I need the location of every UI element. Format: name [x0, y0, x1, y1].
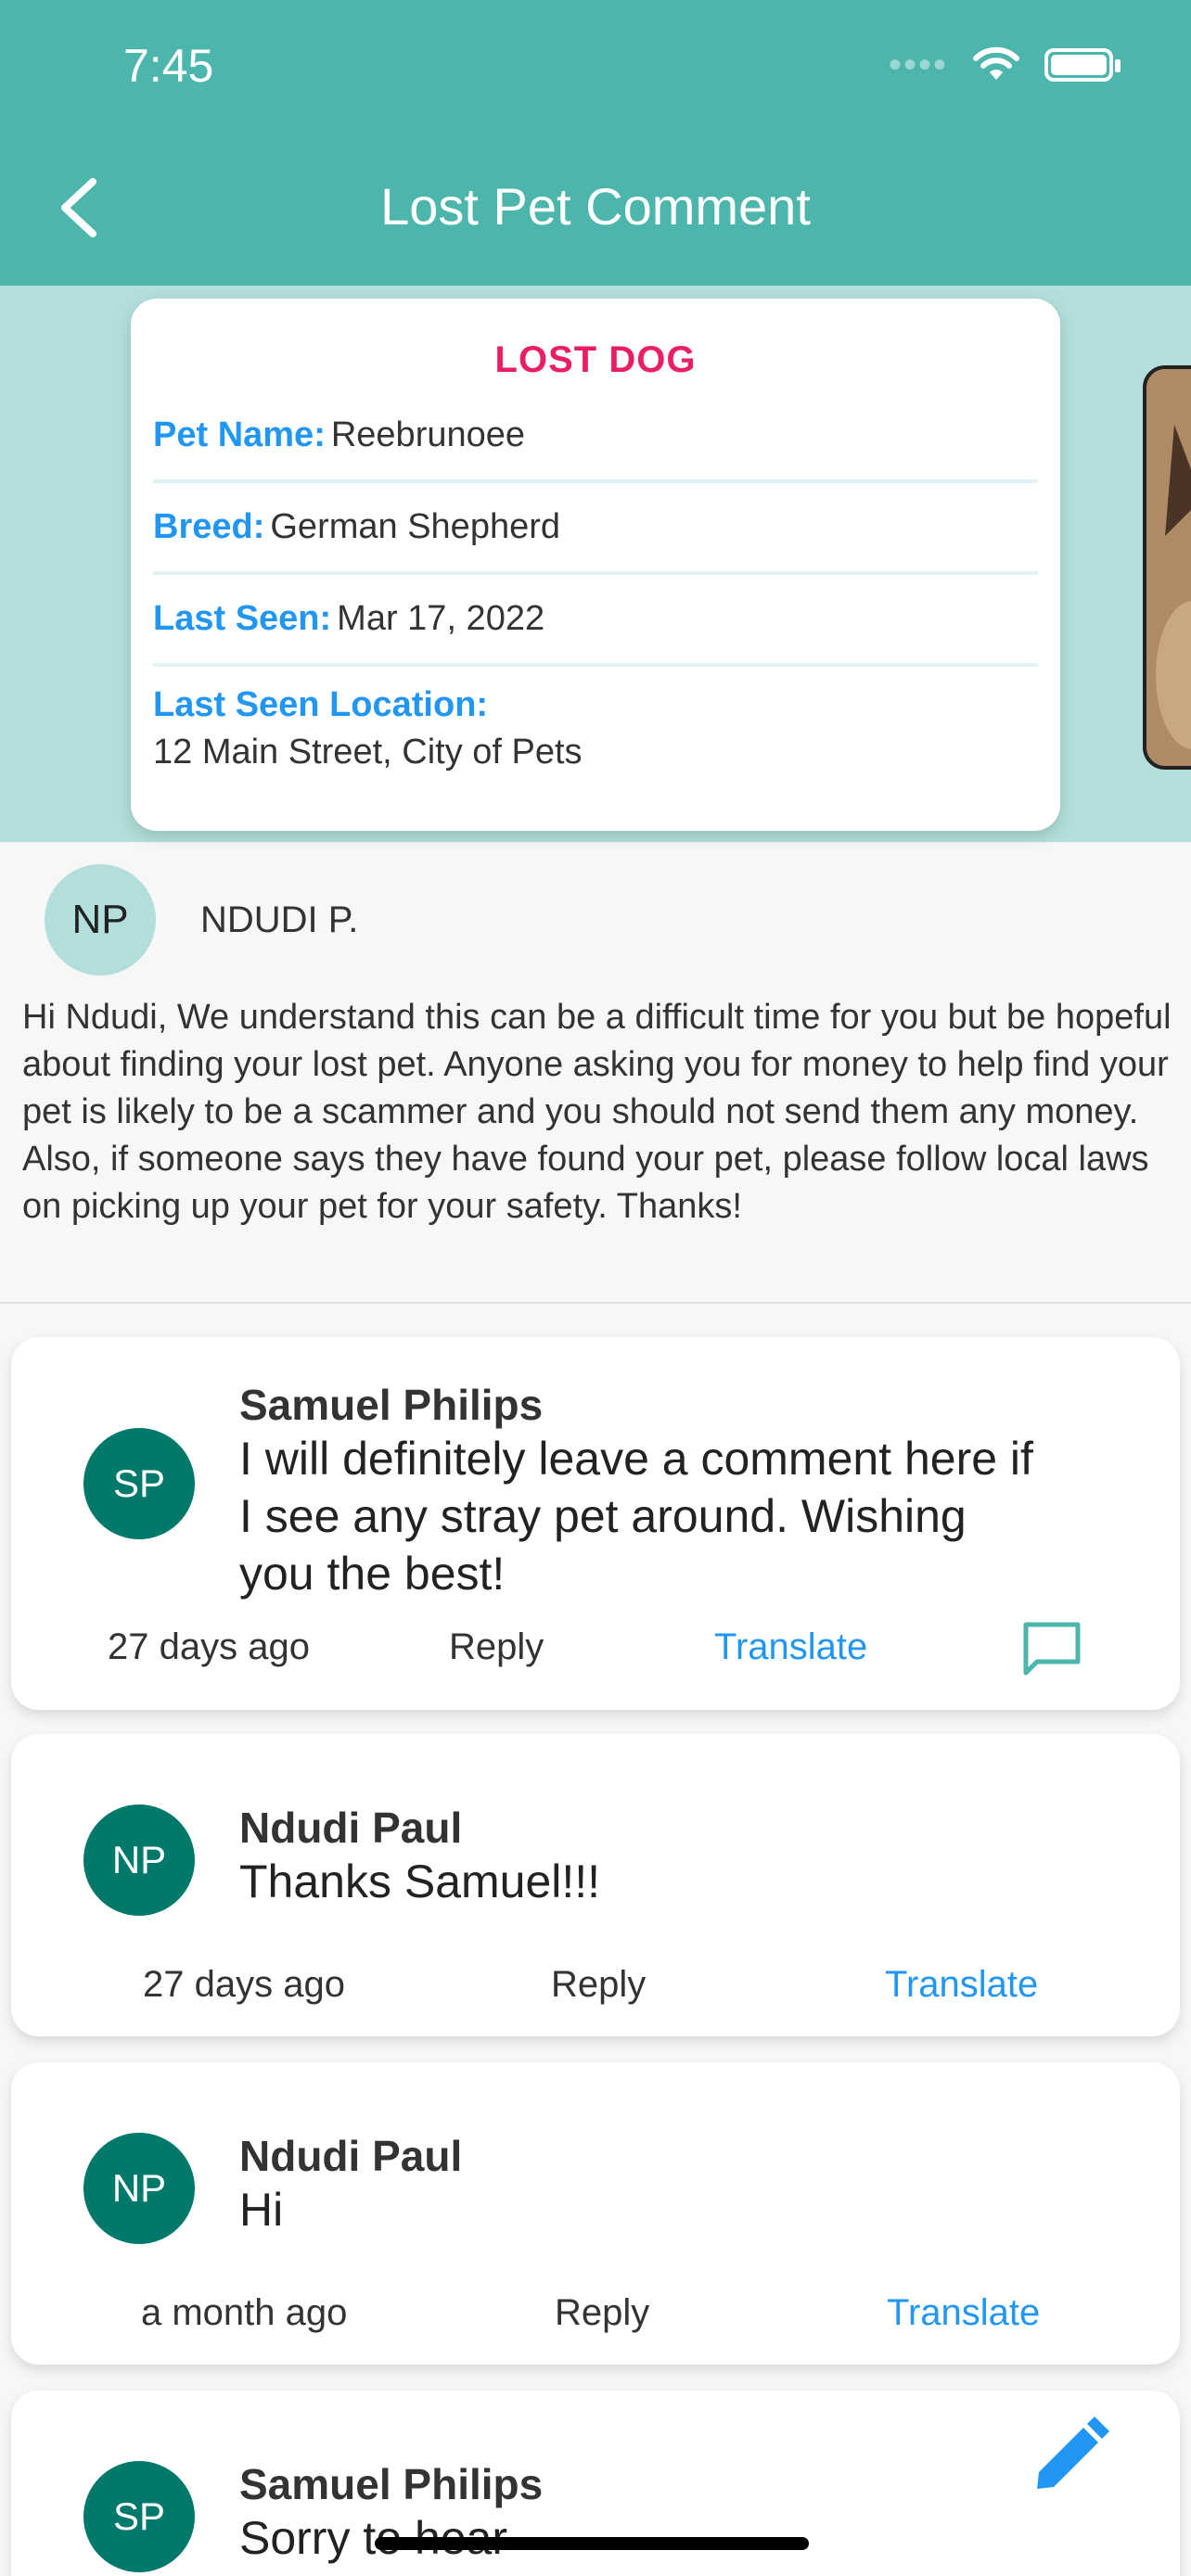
last-seen-label: Last Seen:: [153, 599, 332, 638]
pet-photo: [1146, 369, 1191, 766]
comment-text: Hi: [239, 2184, 284, 2236]
avatar: NP: [83, 1804, 195, 1916]
comment-time: 27 days ago: [143, 1964, 345, 2005]
reply-button[interactable]: Reply: [449, 1626, 544, 1668]
pet-name-label: Pet Name:: [153, 415, 326, 454]
comment-card: NP Ndudi Paul Hi a month ago Reply Trans…: [11, 2062, 1180, 2365]
comment-time: 27 days ago: [108, 1626, 310, 1667]
lost-pet-card[interactable]: LOST DOG Pet Name: Reebrunoee Breed: Ger…: [131, 299, 1060, 831]
avatar: SP: [83, 1428, 195, 1539]
avatar: SP: [83, 2461, 195, 2572]
battery-icon: [1044, 48, 1121, 82]
reply-button[interactable]: Reply: [551, 1964, 646, 2006]
comment-author: Ndudi Paul: [239, 2132, 463, 2180]
edit-icon[interactable]: [1028, 2415, 1111, 2498]
comment-time: a month ago: [141, 2292, 348, 2333]
avatar: NP: [45, 864, 156, 976]
breed-value: German Shepherd: [270, 507, 561, 546]
app-header: 7:45 •••• Lost Pet Comment: [0, 0, 1191, 286]
comment-text: Thanks Samuel!!!: [239, 1855, 601, 1907]
comment-author: Ndudi Paul: [239, 1804, 463, 1852]
reply-button[interactable]: Reply: [555, 2292, 649, 2334]
lost-pet-heading: LOST DOG: [494, 339, 697, 380]
comment-text: I will definitely leave a comment here i…: [239, 1433, 1033, 1600]
safety-message: Hi Ndudi, We understand this can be a di…: [22, 998, 1172, 1226]
wifi-icon: [973, 46, 1019, 80]
last-seen-row: Last Seen: Mar 17, 2022: [153, 575, 1038, 667]
comment-author: Samuel Philips: [239, 1381, 544, 1429]
owner-name: NDUDI P.: [200, 899, 359, 940]
status-time: 7:45: [123, 40, 214, 92]
page-title: Lost Pet Comment: [380, 177, 811, 236]
last-seen-value: Mar 17, 2022: [337, 599, 545, 638]
pet-name-value: Reebrunoee: [330, 415, 526, 454]
avatar: NP: [83, 2133, 195, 2244]
breed-label: Breed:: [153, 507, 265, 546]
chat-icon[interactable]: [1020, 1619, 1083, 1678]
comment-card: SP Samuel Philips I will definitely leav…: [11, 1337, 1180, 1710]
location-row: Last Seen Location: 12 Main Street, City…: [153, 667, 1038, 772]
location-value: 12 Main Street, City of Pets: [153, 733, 583, 772]
translate-button[interactable]: Translate: [714, 1626, 867, 1668]
location-label: Last Seen Location:: [153, 685, 489, 724]
translate-button[interactable]: Translate: [887, 2292, 1040, 2334]
signal-icon: ••••: [888, 45, 948, 85]
home-indicator[interactable]: [375, 2537, 809, 2550]
status-icons: ••••: [888, 45, 1121, 85]
translate-button[interactable]: Translate: [885, 1964, 1038, 2006]
breed-row: Breed: German Shepherd: [153, 483, 1038, 575]
comment-author: Samuel Philips: [239, 2460, 544, 2508]
safety-notice: NP NDUDI P. Hi Ndudi, We understand this…: [0, 842, 1191, 1304]
comment-card: NP Ndudi Paul Thanks Samuel!!! 27 days a…: [11, 1734, 1180, 2036]
pet-card-carousel[interactable]: LOST DOG Pet Name: Reebrunoee Breed: Ger…: [0, 286, 1191, 842]
pet-name-row: Pet Name: Reebrunoee: [153, 391, 1038, 483]
pet-photo-card[interactable]: [1143, 365, 1191, 770]
